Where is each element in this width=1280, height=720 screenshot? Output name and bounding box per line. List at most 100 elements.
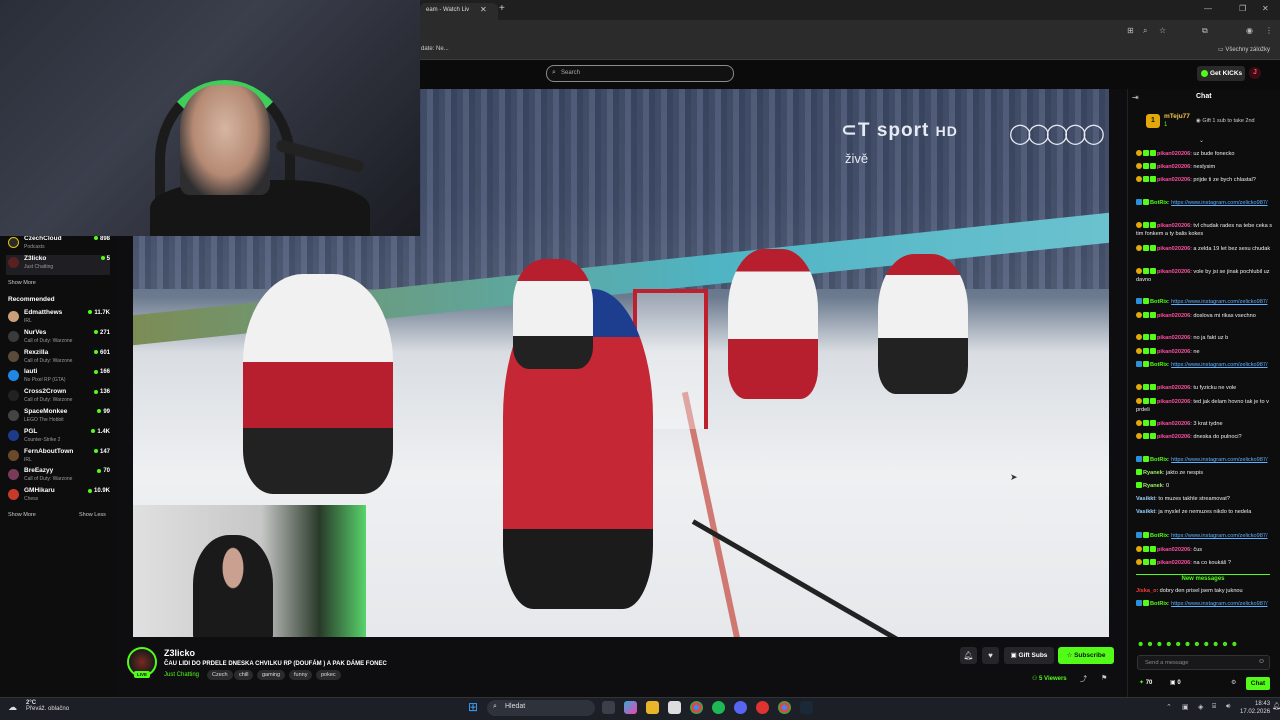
close-tab-icon[interactable]: ✕ bbox=[480, 5, 487, 14]
collapse-chat-icon[interactable]: ⇥ bbox=[1132, 93, 1139, 102]
chat-message[interactable]: Ryanek: 0 bbox=[1136, 482, 1276, 491]
emote-icon[interactable]: ☻ bbox=[1203, 641, 1212, 648]
emote-icon[interactable]: ☻ bbox=[1175, 641, 1184, 648]
close-window-icon[interactable]: ✕ bbox=[1262, 4, 1269, 13]
all-bookmarks[interactable]: ▭ Všechny záložky bbox=[1218, 46, 1270, 53]
spotify-icon[interactable] bbox=[712, 701, 725, 714]
discord-icon[interactable] bbox=[734, 701, 747, 714]
chat-message[interactable]: pikan020206: a zelda 19 let bez sexu chu… bbox=[1136, 245, 1276, 254]
chat-username[interactable]: BotRix bbox=[1150, 362, 1168, 368]
chat-message[interactable]: pikan020206: tvl chudak rades na tebe ce… bbox=[1136, 222, 1276, 238]
chat-username[interactable]: pikan020206 bbox=[1157, 246, 1190, 252]
chat-message[interactable]: BotRix: https://www.instagram.com/zelick… bbox=[1136, 298, 1276, 307]
chat-text[interactable]: https://www.instagram.com/zelicko987/ bbox=[1171, 299, 1267, 305]
sidebar-item-recommended[interactable]: Edmatthews IRL 11.7K bbox=[6, 309, 110, 329]
chat-text[interactable]: https://www.instagram.com/zelicko987/ bbox=[1171, 533, 1267, 539]
chat-message[interactable]: pikan020206: 3 krat tydne bbox=[1136, 420, 1276, 429]
chat-username[interactable]: pikan020206 bbox=[1157, 385, 1190, 391]
chat-text[interactable]: https://www.instagram.com/zelicko987/ bbox=[1171, 457, 1267, 463]
chat-username[interactable]: pikan020206 bbox=[1157, 560, 1190, 566]
zoom-icon[interactable]: ⌕ bbox=[1143, 26, 1147, 36]
chat-message[interactable]: pikan020206: ne bbox=[1136, 348, 1276, 357]
taskbar-clock[interactable]: 18:43 17.02.2026 bbox=[1240, 700, 1270, 716]
chat-username[interactable]: pikan020206 bbox=[1157, 151, 1190, 157]
chat-message[interactable]: pikan020206: dneska do pulnoci? bbox=[1136, 433, 1276, 442]
chat-username[interactable]: Jiska_o bbox=[1136, 588, 1157, 594]
browser-menu-icon[interactable]: ⋮ bbox=[1265, 26, 1273, 35]
chat-username[interactable]: pikan020206 bbox=[1157, 335, 1190, 341]
show-more-following[interactable]: Show More bbox=[8, 280, 36, 286]
emote-icon[interactable]: ☻ bbox=[1156, 641, 1165, 648]
notification-bell-icon[interactable]: 🔔︎ bbox=[960, 647, 977, 664]
chat-message[interactable]: pikan020206: no ja fakt uz b bbox=[1136, 334, 1276, 343]
gift-subs-button[interactable]: ▣ Gift Subs bbox=[1004, 647, 1054, 664]
emote-icon[interactable]: ☻ bbox=[1184, 641, 1193, 648]
sidebar-item-recommended[interactable]: Cross2Crown Call of Duty: Warzone 136 bbox=[6, 388, 110, 408]
stream-category[interactable]: Just Chatting bbox=[164, 672, 199, 678]
chat-username[interactable]: pikan020206 bbox=[1157, 421, 1190, 427]
chat-message[interactable]: pikan020206: tu fyzicku ne vole bbox=[1136, 384, 1276, 393]
chat-message[interactable]: pikan020206: vole by jsi se jinak pochlu… bbox=[1136, 268, 1276, 284]
show-less-recommended[interactable]: Show Less bbox=[79, 512, 106, 518]
streamer-name[interactable]: Z3licko bbox=[164, 648, 195, 658]
network-icon[interactable]: ⌸ bbox=[1212, 703, 1216, 711]
store-icon[interactable] bbox=[668, 701, 681, 714]
tray-chevron-icon[interactable]: ⌃ bbox=[1166, 703, 1172, 711]
weather-widget[interactable]: ☁ 2°C Převáž. oblačno bbox=[8, 700, 69, 712]
emote-icon[interactable]: ☻ bbox=[1137, 641, 1146, 648]
chat-message[interactable]: BotRix: https://www.instagram.com/zelick… bbox=[1136, 199, 1276, 208]
show-more-recommended[interactable]: Show More bbox=[8, 512, 36, 518]
sidebar-item-recommended[interactable]: lauti No Pixel RP (GTA) 166 bbox=[6, 368, 110, 388]
windows-start-icon[interactable]: ⊞ bbox=[468, 701, 478, 713]
file-explorer-icon[interactable] bbox=[646, 701, 659, 714]
chrome-icon[interactable] bbox=[690, 701, 703, 714]
emote-bar[interactable]: ☻☻☻☻☻☻☻☻☻☻☻ bbox=[1137, 641, 1272, 651]
chat-message[interactable]: pikan020206: prijde ti ze bych chlastal? bbox=[1136, 176, 1276, 185]
emote-icon[interactable]: ☻ bbox=[1165, 641, 1174, 648]
share-icon[interactable]: ⤴ bbox=[1080, 674, 1087, 684]
user-avatar[interactable]: J bbox=[1249, 67, 1261, 79]
chat-message[interactable]: pikan020206: neslysim bbox=[1136, 163, 1276, 172]
sidebar-item-z3licko[interactable]: Z3licko Just Chatting 5 bbox=[6, 255, 110, 275]
chat-message[interactable]: Vasikkt: ja myslel ze nemuzes nikdo to n… bbox=[1136, 509, 1276, 517]
translate-icon[interactable]: ⊞ bbox=[1127, 26, 1134, 35]
chat-message[interactable]: BotRix: https://www.instagram.com/zelick… bbox=[1136, 456, 1276, 465]
stream-tag[interactable]: funny bbox=[289, 670, 313, 680]
copilot-icon[interactable] bbox=[624, 701, 637, 714]
chat-text[interactable]: https://www.instagram.com/zelicko987/ bbox=[1171, 362, 1267, 368]
emoji-icon[interactable]: ☺ bbox=[1258, 658, 1265, 665]
sidebar-item-recommended[interactable]: GMHikaru Chess 10.9K bbox=[6, 487, 110, 507]
chat-message[interactable]: pikan020206: uz bude fonecko bbox=[1136, 150, 1276, 159]
emote-icon[interactable]: ☻ bbox=[1221, 641, 1230, 648]
emote-icon[interactable]: ☻ bbox=[1146, 641, 1155, 648]
chat-username[interactable]: Vasikkt bbox=[1136, 509, 1155, 515]
expand-chevron-icon[interactable]: ⌄ bbox=[1199, 137, 1204, 144]
chat-username[interactable]: BotRix bbox=[1150, 533, 1168, 539]
notification-bell-icon[interactable]: 🔔︎ bbox=[1272, 702, 1280, 710]
chat-text[interactable]: https://www.instagram.com/zelicko987/ bbox=[1171, 601, 1267, 607]
chat-username[interactable]: pikan020206 bbox=[1157, 547, 1190, 553]
chat-message-input[interactable]: Send a message ☺ bbox=[1137, 655, 1270, 670]
chat-username[interactable]: pikan020206 bbox=[1157, 349, 1190, 355]
extensions-icon[interactable]: ⧉ bbox=[1202, 26, 1208, 36]
taskbar-search[interactable]: ⌕ Hledat bbox=[487, 700, 595, 716]
task-view-icon[interactable] bbox=[602, 701, 615, 714]
chat-username[interactable]: pikan020206 bbox=[1157, 313, 1190, 319]
chat-username[interactable]: pikan020206 bbox=[1157, 164, 1190, 170]
stream-tag[interactable]: Czech bbox=[207, 670, 233, 680]
send-chat-button[interactable]: Chat bbox=[1246, 677, 1270, 690]
kicks-balance[interactable]: ✦ 70 bbox=[1139, 679, 1152, 686]
emote-icon[interactable]: ☻ bbox=[1212, 641, 1221, 648]
tray-app-icon[interactable]: ▣ bbox=[1182, 703, 1189, 711]
chat-username[interactable]: pikan020206 bbox=[1157, 177, 1190, 183]
subs-balance[interactable]: ▣ 0 bbox=[1170, 679, 1181, 686]
chat-message[interactable]: BotRix: https://www.instagram.com/zelick… bbox=[1136, 361, 1276, 370]
sidebar-item-recommended[interactable]: BreEazyy Call of Duty: Warzone 70 bbox=[6, 467, 110, 487]
chat-message[interactable]: BotRix: https://www.instagram.com/zelick… bbox=[1136, 532, 1276, 541]
stream-tag[interactable]: gaming bbox=[257, 670, 286, 680]
chat-message[interactable]: BotRix: https://www.instagram.com/zelick… bbox=[1136, 600, 1276, 609]
chrome-icon[interactable] bbox=[778, 701, 791, 714]
maximize-icon[interactable]: ❐ bbox=[1239, 4, 1246, 13]
chat-message[interactable]: Jiska_o: dobry den prisel jsem taky jukn… bbox=[1136, 588, 1276, 596]
chat-message[interactable]: Ryanek: jakto ze nespis bbox=[1136, 469, 1276, 478]
